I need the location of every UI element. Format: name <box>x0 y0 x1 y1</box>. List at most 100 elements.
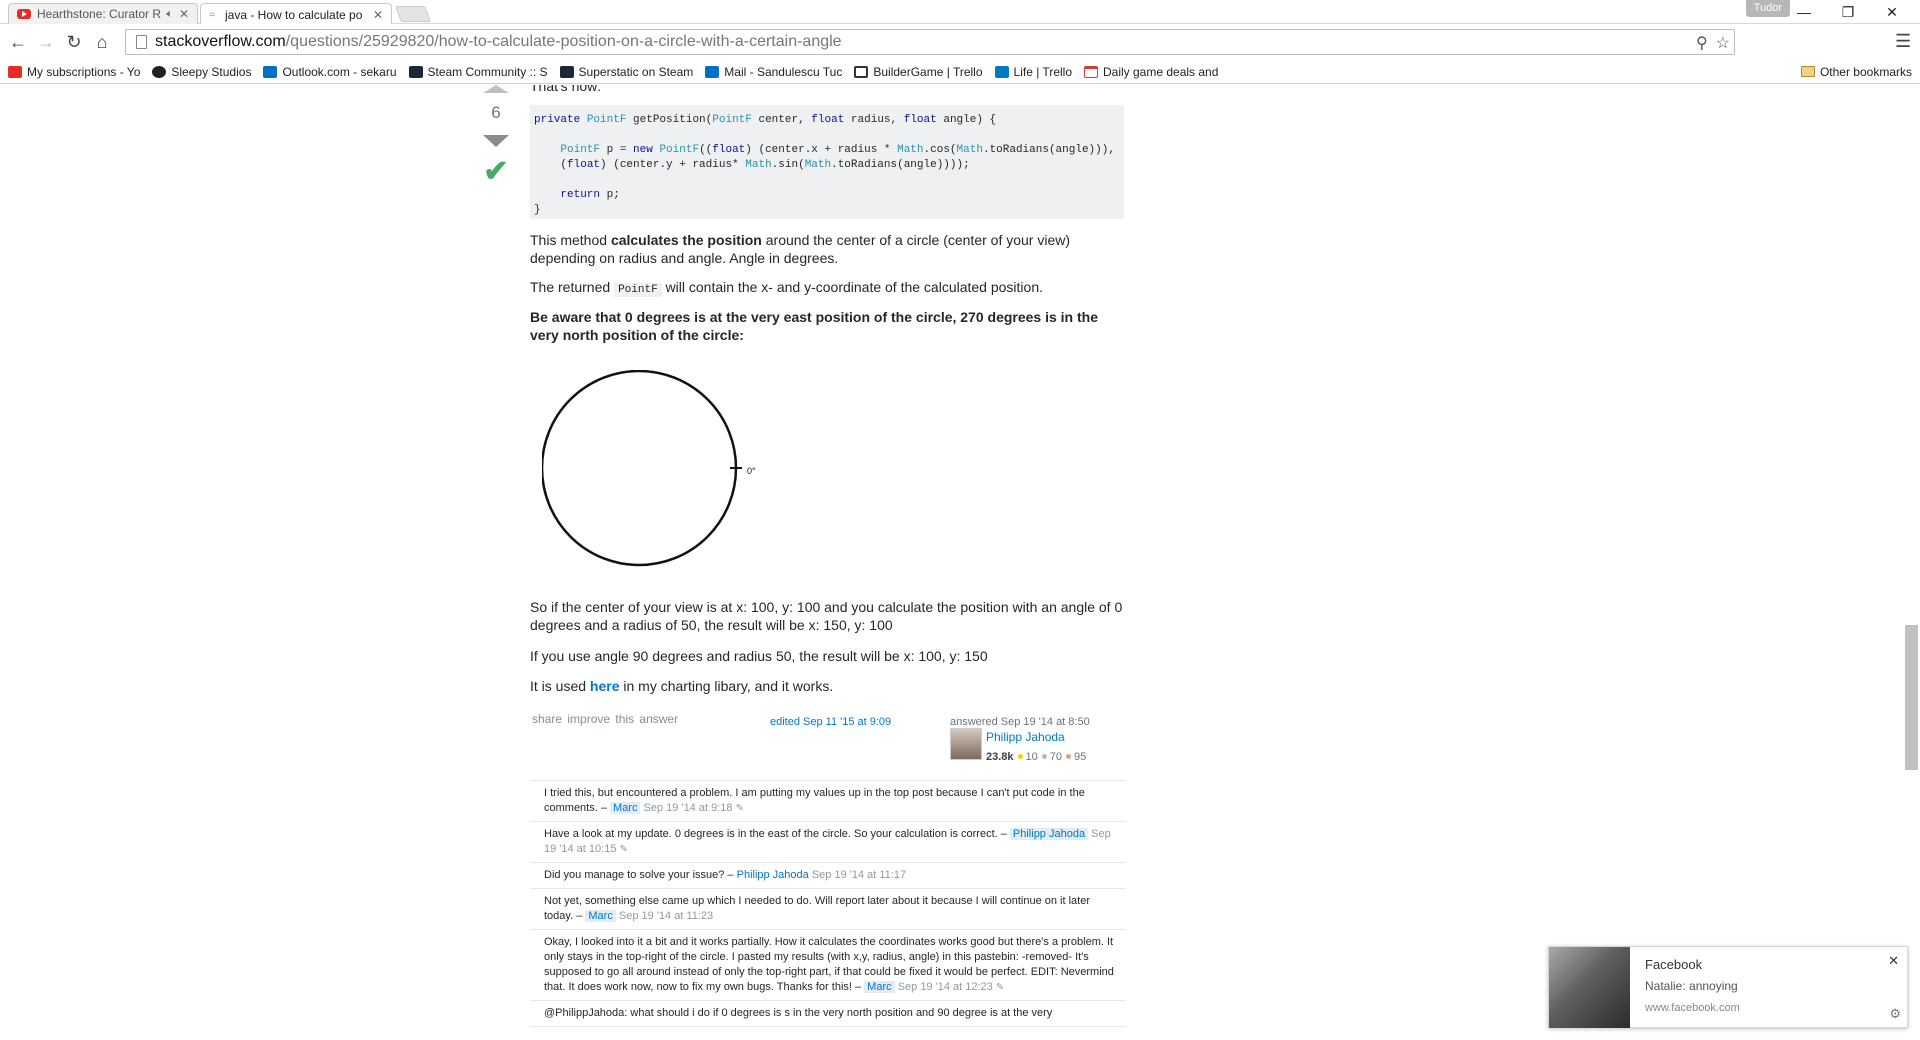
downvote-icon[interactable] <box>483 135 509 147</box>
steam-icon <box>559 65 574 78</box>
address-bar[interactable]: stackoverflow.com /questions/25929820/ho… <box>125 29 1735 55</box>
comment-date[interactable]: Sep 19 '14 at 12:23 <box>898 981 993 993</box>
back-icon[interactable]: ← <box>6 30 30 54</box>
close-window-icon[interactable]: ✕ <box>1870 0 1914 24</box>
close-icon[interactable]: ✕ <box>373 8 383 22</box>
circle-diagram: 0° <box>540 369 756 574</box>
browser-toolbar: ← → ↻ ⌂ stackoverflow.com /questions/259… <box>0 24 1920 60</box>
comment: @PhilippJahoda: what should i do if 0 de… <box>530 1001 1126 1027</box>
bookmark-item[interactable]: My subscriptions - Yo <box>8 65 140 79</box>
tab-title: Hearthstone: Curator R <box>37 7 162 21</box>
bookmark-label: Steam Community :: S <box>427 64 548 79</box>
trello-icon <box>994 65 1009 78</box>
close-icon[interactable]: ✕ <box>1888 953 1899 969</box>
speaker-icon[interactable]: 🔈︎ <box>166 8 173 21</box>
comment-user-link[interactable]: Marc <box>585 910 616 922</box>
post-menu: share improve this answer <box>532 710 678 728</box>
bookmarks-bar: My subscriptions - Yo Sleepy Studios Out… <box>0 60 1920 84</box>
mail-icon <box>705 65 720 78</box>
bronze-badge-icon <box>1066 754 1072 759</box>
improve-answer-link[interactable]: improve this answer <box>567 712 678 726</box>
reload-icon[interactable]: ↻ <box>62 30 86 54</box>
comment-date[interactable]: Sep 19 '14 at 11:17 <box>812 869 906 881</box>
menu-icon[interactable]: ☰ <box>1895 31 1911 52</box>
comment-user-link[interactable]: Marc <box>864 981 895 993</box>
comment: Okay, I looked into it a bit and it work… <box>530 930 1126 1001</box>
bookmark-item[interactable]: Superstatic on Steam <box>559 64 694 79</box>
comment-date[interactable]: Sep 19 '14 at 9:18 <box>644 802 733 814</box>
bookmark-label: Superstatic on Steam <box>578 64 694 79</box>
circle-shape <box>540 369 738 567</box>
home-icon[interactable]: ⌂ <box>90 30 114 54</box>
share-link[interactable]: share <box>532 712 562 726</box>
comment: Have a look at my update. 0 degrees is i… <box>530 822 1126 863</box>
paragraph-example2: If you use angle 90 degrees and radius 5… <box>530 648 988 664</box>
new-tab-button[interactable] <box>395 6 431 22</box>
other-bookmarks[interactable]: Other bookmarks <box>1800 64 1912 79</box>
accepted-check-icon: ✔ <box>483 155 509 188</box>
comment-user-link[interactable]: Philipp Jahoda <box>737 869 809 881</box>
url-host: stackoverflow.com <box>155 33 286 50</box>
stackoverflow-icon: ≈ <box>209 8 216 21</box>
facebook-notification[interactable]: Facebook Natalie: annoying www.facebook.… <box>1548 946 1908 1028</box>
answer-intro-text: That's how: <box>530 85 602 94</box>
user-name-link[interactable]: Philipp Jahoda <box>986 728 1086 746</box>
here-link[interactable]: here <box>590 678 620 694</box>
silver-badge-icon <box>1041 754 1047 759</box>
forward-icon[interactable]: → <box>34 30 58 54</box>
comment-user-link[interactable]: Marc <box>610 802 641 814</box>
bookmark-item[interactable]: BuilderGame | Trello <box>854 64 983 79</box>
avatar[interactable] <box>950 728 982 760</box>
bookmark-item[interactable]: Outlook.com - sekaru <box>263 64 397 79</box>
comment-user-link[interactable]: Philipp Jahoda <box>1009 828 1089 840</box>
outlook-icon <box>263 65 278 78</box>
bookmark-label: Outlook.com - sekaru <box>282 64 397 79</box>
youtube-icon <box>8 65 22 78</box>
paragraph-warning: Be aware that 0 degrees is at the very e… <box>530 309 1098 343</box>
tab-strip: Hearthstone: Curator R 🔈︎ ✕ ≈ java - How… <box>0 0 1920 25</box>
page-icon <box>136 35 147 49</box>
comment: Not yet, something else came up which I … <box>530 889 1126 930</box>
gear-icon[interactable]: ⚙ <box>1889 1006 1901 1022</box>
star-icon[interactable]: ☆ <box>1716 33 1730 53</box>
bookmark-item[interactable]: Life | Trello <box>994 65 1072 79</box>
user-reputation: 23.8k 10 70 95 <box>986 751 1087 763</box>
bookmark-label: Daily game deals and <box>1103 64 1219 79</box>
tab-hearthstone[interactable]: Hearthstone: Curator R 🔈︎ ✕ <box>8 3 198 24</box>
paragraph-method: This method calculates the position arou… <box>530 232 1071 266</box>
paragraph-usage: It is used here in my charting libary, a… <box>530 678 834 694</box>
bold-text: calculates the position <box>610 232 762 248</box>
edited-link[interactable]: edited Sep 11 '15 at 9:09 <box>770 713 891 731</box>
notification-site: www.facebook.com <box>1645 1002 1740 1014</box>
upvote-icon[interactable] <box>483 85 509 93</box>
close-icon[interactable]: ✕ <box>179 7 189 21</box>
search-icon[interactable]: ⚲ <box>1696 33 1708 53</box>
scrollbar[interactable] <box>1903 85 1920 1040</box>
comment-date[interactable]: Sep 19 '14 at 11:23 <box>619 910 713 922</box>
notification-image <box>1549 947 1630 1028</box>
scrollbar-thumb[interactable] <box>1905 625 1918 770</box>
other-bookmarks-label: Other bookmarks <box>1819 64 1912 79</box>
pencil-icon: ✎ <box>735 803 744 814</box>
bookmark-item[interactable]: Mail - Sandulescu Tuc <box>705 65 842 79</box>
vote-cell: 6 ✔ <box>482 85 510 188</box>
steam-icon <box>408 65 423 78</box>
bookmark-label: BuilderGame | Trello <box>873 64 983 79</box>
minimize-icon[interactable]: — <box>1782 0 1826 24</box>
user-card: Philipp Jahoda 23.8k 10 70 95 <box>950 728 1086 766</box>
bookmark-item[interactable]: Steam Community :: S <box>408 64 548 79</box>
page-content: 6 ✔ That's how: private PointF getPositi… <box>0 85 1920 1040</box>
notification-body: Natalie: annoying <box>1645 979 1738 993</box>
tab-stackoverflow[interactable]: ≈ java - How to calculate po ✕ <box>200 3 392 25</box>
bookmark-item[interactable]: Sleepy Studios <box>152 65 251 79</box>
bookmark-item[interactable]: Daily game deals and <box>1084 65 1218 79</box>
paragraph-returned: The returned PointF will contain the x- … <box>530 279 1044 297</box>
restore-icon[interactable]: ❐ <box>1826 0 1870 24</box>
bookmark-label: Sleepy Studios <box>171 64 252 79</box>
calendar-icon <box>1084 65 1098 78</box>
bookmark-label: My subscriptions - Yo <box>27 64 141 79</box>
gold-badge-icon <box>1017 754 1023 759</box>
youtube-icon <box>17 9 31 19</box>
paragraph-example1: So if the center of your view is at x: 1… <box>530 599 1123 633</box>
pencil-icon: ✎ <box>995 982 1005 993</box>
